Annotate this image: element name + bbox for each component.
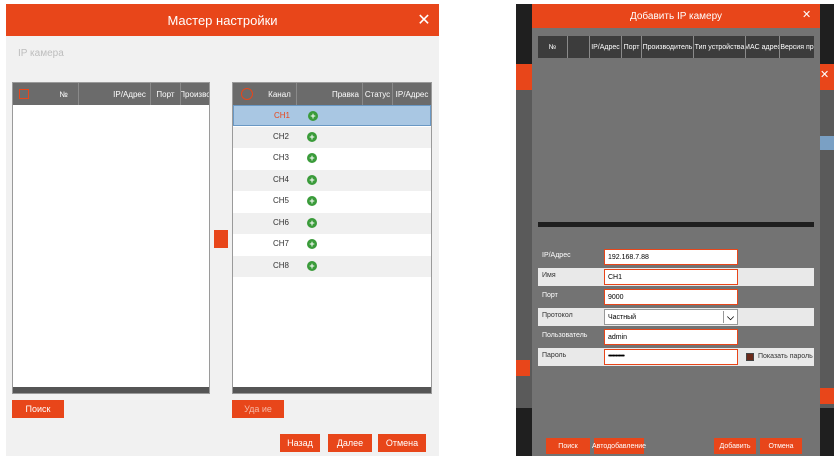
- bg-button-right: [820, 388, 834, 404]
- cancel-button[interactable]: Отмена: [378, 434, 426, 452]
- channel-row[interactable]: CH2 +: [233, 126, 431, 148]
- name-input[interactable]: CH1: [604, 269, 738, 285]
- chevron-down-icon[interactable]: ⌵: [723, 311, 737, 323]
- wizard-window: Мастер настройки ✕ IP камера № IP/Адрес …: [6, 4, 439, 456]
- bg-close-icon: ✕: [820, 69, 830, 81]
- col-port: Порт: [151, 83, 181, 105]
- channel-label: CH6: [273, 217, 290, 227]
- dialog-close-icon[interactable]: ✕: [802, 8, 811, 21]
- dlg-col-version: Версия пр: [780, 43, 814, 51]
- dlg-col-port: Порт: [622, 36, 642, 58]
- port-label: Порт: [542, 292, 558, 299]
- next-button[interactable]: Далее: [328, 434, 372, 452]
- dlg-col-num: №: [538, 36, 568, 58]
- add-channel-icon[interactable]: +: [307, 131, 317, 142]
- channel-row[interactable]: CH5 +: [233, 191, 431, 212]
- protocol-value: Частный: [608, 314, 637, 321]
- dlg-col-mac: MAC адрес: [746, 36, 780, 58]
- ip-label: IP/Адрес: [542, 252, 571, 259]
- back-button[interactable]: Назад: [280, 434, 320, 452]
- add-channel-icon[interactable]: +: [307, 174, 317, 185]
- col-channel: Канал: [263, 83, 297, 105]
- add-channel-icon[interactable]: +: [307, 153, 317, 163]
- dlg-col-vendor: Производитель: [642, 36, 694, 58]
- name-label: Имя: [542, 272, 556, 279]
- dialog-title: Добавить IP камеру: [629, 10, 723, 22]
- col-channel-ip: IP/Адрес: [395, 89, 429, 99]
- form-row-user: Пользователь admin: [538, 328, 814, 346]
- add-camera-dialog: Добавить IP камеру ✕ № IP/Адрес Порт Про…: [532, 4, 820, 456]
- protocol-label: Протокол: [542, 312, 573, 319]
- channel-label: CH3: [273, 153, 290, 162]
- delete-button[interactable]: Уда ие: [232, 400, 284, 418]
- section-title: IP камера: [18, 48, 64, 59]
- add-button[interactable]: Добавить: [714, 438, 756, 454]
- dialog-search-button[interactable]: Поиск: [546, 438, 590, 454]
- bg-button-left: [516, 360, 530, 376]
- dialog-titlebar: Добавить IP камеру ✕: [532, 4, 820, 28]
- channel-row[interactable]: CH8 +: [233, 255, 431, 277]
- dialog-table-scrollbar[interactable]: [538, 222, 814, 227]
- form-row-name: Имя CH1: [538, 268, 814, 286]
- table-scrollbar[interactable]: [13, 387, 209, 393]
- channel-label: CH7: [273, 239, 290, 248]
- channel-label: CH5: [273, 196, 290, 205]
- password-input[interactable]: •••••••••••: [604, 349, 738, 365]
- select-all-checkbox[interactable]: [19, 89, 29, 99]
- channel-row[interactable]: CH6 +: [233, 212, 431, 234]
- dlg-col-ip: IP/Адрес: [590, 36, 622, 58]
- channels-select-all-checkbox[interactable]: [241, 88, 253, 100]
- user-input[interactable]: admin: [604, 329, 738, 345]
- table-header: № IP/Адрес Порт Произво: [13, 83, 209, 105]
- col-num: №: [49, 83, 79, 105]
- add-channel-icon[interactable]: +: [307, 260, 317, 271]
- dlg-col-check: [568, 36, 590, 58]
- form-row-protocol: Протокол Частный ⌵: [538, 308, 814, 326]
- protocol-select[interactable]: Частный ⌵: [604, 309, 738, 325]
- col-status: Статус: [363, 83, 393, 105]
- show-password-label: Показать пароль: [758, 353, 813, 360]
- add-arrow-button[interactable]: [214, 230, 228, 248]
- dialog-table-header: № IP/Адрес Порт Производитель Тип устрой…: [538, 36, 814, 58]
- add-channel-icon[interactable]: +: [307, 239, 317, 249]
- password-label: Пароль: [542, 352, 567, 359]
- wizard-titlebar: Мастер настройки ✕: [6, 4, 439, 36]
- dlg-col-type: Тип устройства: [694, 36, 746, 58]
- channels-table: Канал Правка Статус IP/Адрес CH1 + CH2 + CH3…: [232, 82, 432, 394]
- ip-input[interactable]: 192.168.7.88: [604, 249, 738, 265]
- autoadd-button[interactable]: Автодобавление: [592, 438, 646, 454]
- form-row-ip: IP/Адрес 192.168.7.88: [538, 248, 814, 266]
- channels-header: Канал Правка Статус IP/Адрес: [233, 83, 431, 105]
- channel-label: CH1: [274, 111, 291, 120]
- form-row-port: Порт 9000: [538, 288, 814, 306]
- port-input[interactable]: 9000: [604, 289, 738, 305]
- channel-label: CH4: [273, 174, 290, 184]
- channels-scrollbar[interactable]: [233, 387, 431, 393]
- channel-row[interactable]: CH1 +: [233, 105, 431, 126]
- add-channel-icon[interactable]: +: [307, 217, 317, 228]
- channel-row[interactable]: CH3 +: [233, 148, 431, 169]
- dialog-table: № IP/Адрес Порт Производитель Тип устрой…: [538, 36, 814, 228]
- search-results-table: № IP/Адрес Порт Произво: [12, 82, 210, 394]
- col-edit: Правка: [329, 83, 363, 105]
- col-vendor: Произво: [181, 89, 209, 99]
- wizard-title: Мастер настройки: [167, 12, 278, 28]
- channel-row[interactable]: CH4 +: [233, 169, 431, 191]
- user-label: Пользователь: [542, 332, 588, 339]
- form-row-password: Пароль ••••••••••• Показать пароль: [538, 348, 814, 366]
- channel-row[interactable]: CH7 +: [233, 234, 431, 255]
- dialog-cancel-button[interactable]: Отмена: [760, 438, 802, 454]
- add-channel-icon[interactable]: +: [308, 111, 318, 121]
- add-channel-icon[interactable]: +: [307, 196, 317, 206]
- channel-label: CH8: [273, 260, 290, 270]
- col-ip: IP/Адрес: [109, 83, 151, 105]
- search-button[interactable]: Поиск: [12, 400, 64, 418]
- close-icon[interactable]: ✕: [414, 10, 434, 30]
- channel-label: CH2: [273, 131, 290, 141]
- show-password-checkbox[interactable]: [746, 353, 754, 361]
